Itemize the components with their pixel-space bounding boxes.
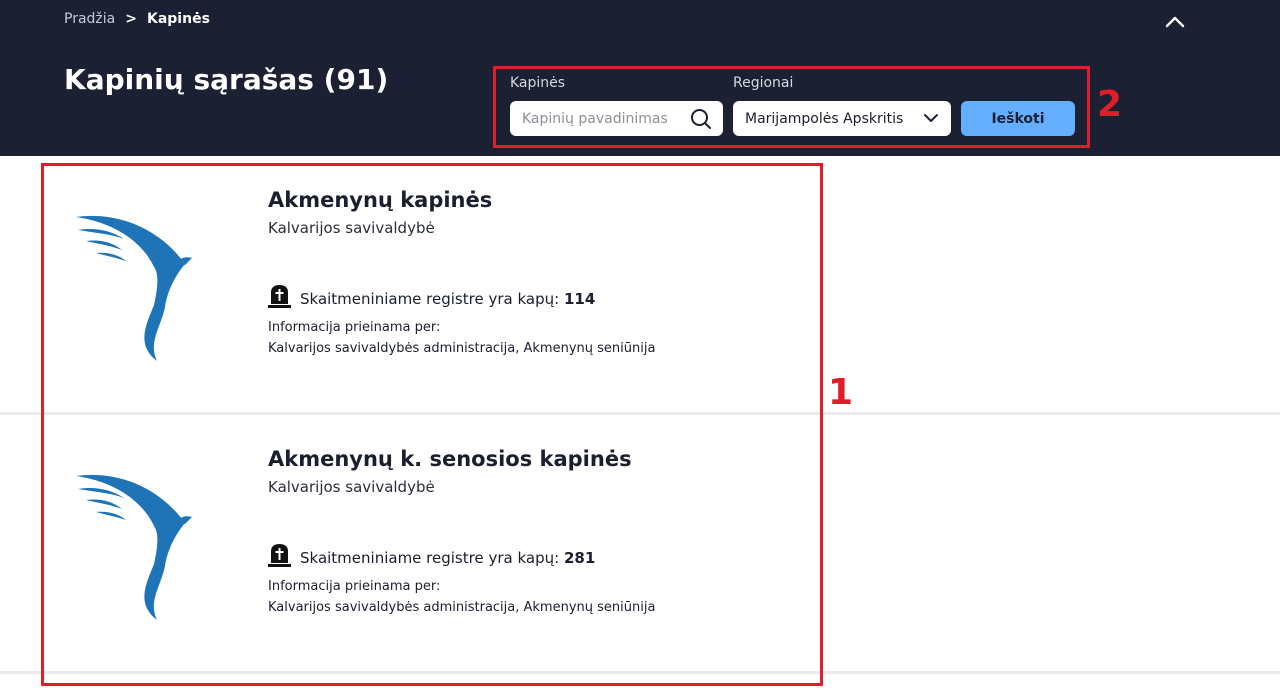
breadcrumb-current: Kapinės (146, 11, 210, 27)
region-label: Regionai (733, 75, 794, 91)
cemetery-name-label: Kapinės (510, 75, 566, 91)
breadcrumb-separator: > (125, 11, 137, 27)
search-icon[interactable] (689, 107, 713, 131)
cemetery-search-field (510, 101, 723, 136)
page-title: Kapinių sąrašas (91) (64, 63, 389, 96)
chevron-up-icon[interactable] (1163, 11, 1187, 31)
breadcrumb: Pradžia > Kapinės (64, 11, 210, 27)
search-button[interactable]: Ieškoti (961, 101, 1075, 136)
region-select[interactable]: Marijampolės Apskritis (733, 101, 951, 136)
breadcrumb-home[interactable]: Pradžia (64, 11, 115, 27)
region-selected-value: Marijampolės Apskritis (745, 111, 904, 127)
annotation-number-2: 2 (1097, 84, 1123, 125)
annotation-number-1: 1 (828, 372, 854, 413)
chevron-down-icon (924, 114, 938, 122)
results-annotation-box (41, 163, 823, 686)
cemetery-search-input[interactable] (510, 101, 688, 136)
